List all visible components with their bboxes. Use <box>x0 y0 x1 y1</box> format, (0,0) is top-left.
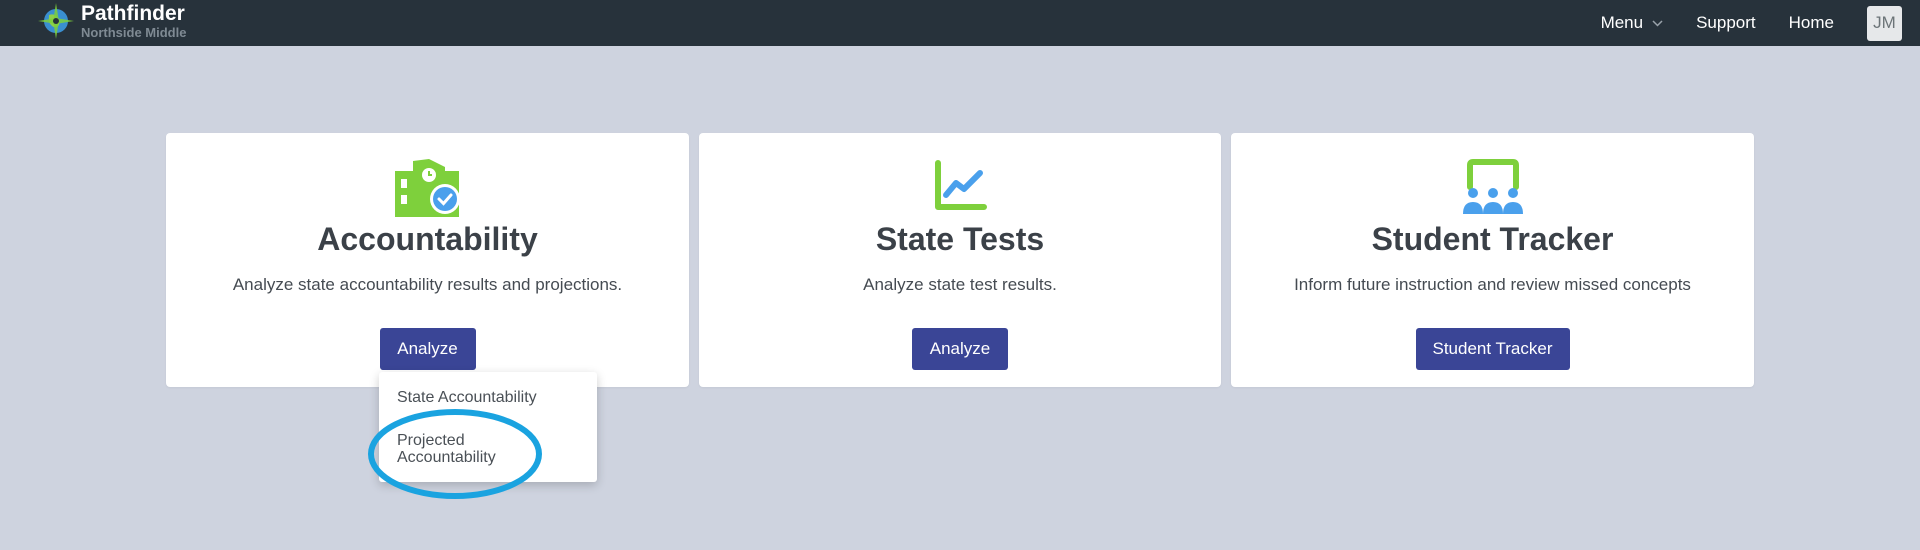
support-link[interactable]: Support <box>1696 13 1756 33</box>
brand[interactable]: Pathfinder Northside Middle <box>38 3 186 39</box>
top-navbar: Pathfinder Northside Middle Menu Support… <box>0 0 1920 46</box>
app-name: Pathfinder <box>81 2 185 25</box>
state-tests-card: State Tests Analyze state test results. … <box>699 133 1221 387</box>
school-check-icon <box>394 159 460 217</box>
state-tests-analyze-button[interactable]: Analyze <box>912 328 1008 370</box>
card-title: Accountability <box>317 221 538 257</box>
dropdown-item-projected-accountability[interactable]: Projected Accountability <box>397 432 527 466</box>
card-title: State Tests <box>875 221 1045 257</box>
analyze-dropdown-menu: State Accountability Projected Accountab… <box>379 372 597 482</box>
student-tracker-button[interactable]: Student Tracker <box>1415 328 1570 370</box>
card-description: Inform future instruction and review mis… <box>1294 275 1691 294</box>
student-tracker-card: Student Tracker Inform future instructio… <box>1231 133 1754 387</box>
school-name: Northside Middle <box>81 25 187 40</box>
dropdown-item-state-accountability[interactable]: State Accountability <box>397 389 587 406</box>
card-title: Student Tracker <box>1371 221 1614 257</box>
compass-logo-icon <box>38 3 74 39</box>
home-link[interactable]: Home <box>1789 13 1834 33</box>
card-description: Analyze state test results. <box>863 275 1057 294</box>
card-description: Analyze state accountability results and… <box>232 275 623 294</box>
top-nav: Menu Support Home JM <box>1601 0 1920 46</box>
chevron-down-icon <box>1652 19 1663 27</box>
line-chart-icon <box>935 160 987 210</box>
accountability-card: Accountability Analyze state accountabil… <box>166 133 689 387</box>
menu-label: Menu <box>1600 13 1644 32</box>
accountability-analyze-button[interactable]: Analyze <box>379 328 476 370</box>
menu-dropdown[interactable]: Menu <box>1601 13 1664 33</box>
classroom-icon <box>1462 159 1523 214</box>
avatar[interactable]: JM <box>1867 5 1902 41</box>
